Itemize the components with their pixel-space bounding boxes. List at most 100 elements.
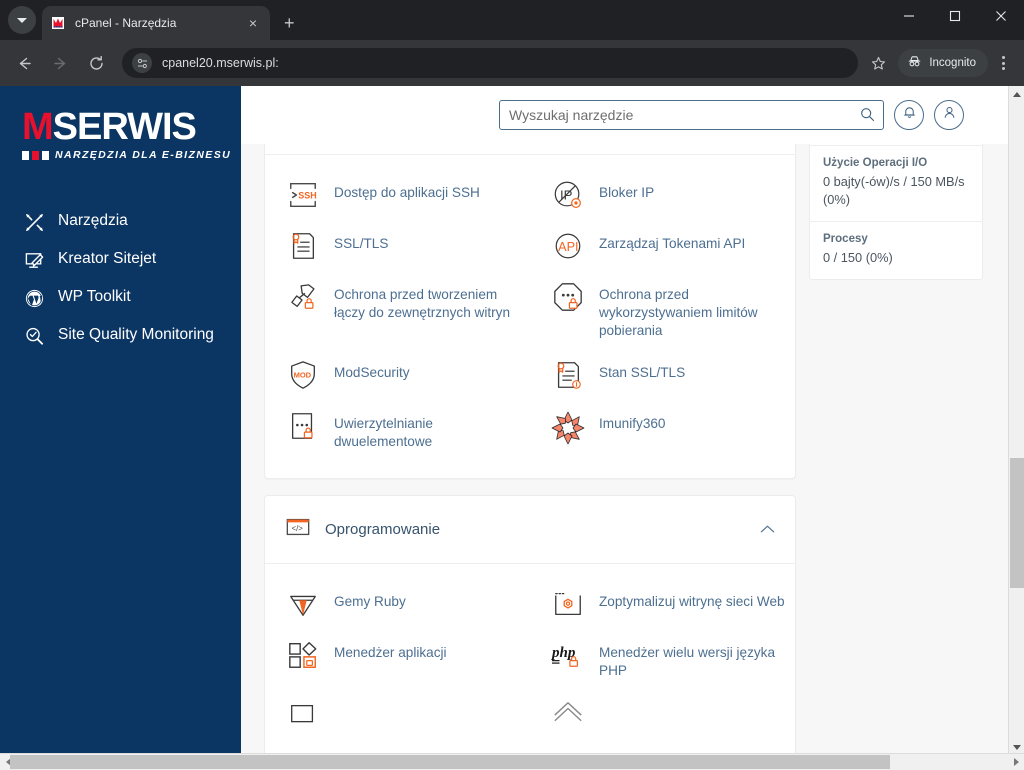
- tool-php-manager[interactable]: php Menedżer wielu wersji języka PHP: [530, 629, 795, 689]
- tool-grid: Gemy Ruby Zoptymalizuj witrynę sieci Web…: [265, 578, 795, 740]
- ssl-certificate-icon: [285, 229, 321, 262]
- search-icon[interactable]: [860, 107, 875, 127]
- bookmark-star-icon[interactable]: [864, 49, 892, 77]
- stat-value: 0 / 150 (0%): [823, 250, 893, 266]
- incognito-icon: [907, 54, 922, 72]
- tool-label: Bloker IP: [599, 185, 655, 200]
- account-button[interactable]: [934, 100, 964, 130]
- section-zabezpieczenia: Zabezpieczenia: [264, 144, 796, 480]
- tune-icon[interactable]: [132, 53, 152, 73]
- tool-leech-protection[interactable]: Ochrona przed wykorzystywaniem limitów p…: [530, 271, 795, 349]
- logo-square-red: [32, 150, 39, 160]
- tool-imunify360[interactable]: Imunify360: [530, 400, 795, 460]
- sidebar-item-label: WP Toolkit: [58, 288, 131, 305]
- sidebar-item-wp-toolkit[interactable]: WP Toolkit: [0, 279, 241, 317]
- menu-dot: [1001, 67, 1005, 70]
- vertical-scrollbar[interactable]: [1008, 86, 1024, 755]
- app-sidebar: MSERWIS NARZĘDZIA DLA E-BIZNESU Narzędzi…: [0, 86, 241, 755]
- horizontal-scrollbar[interactable]: [0, 753, 1024, 770]
- svg-text:MOD: MOD: [294, 371, 312, 380]
- stats-column: Użycie Operacji I/O 0 bajty(-ów)/s / 150…: [809, 144, 983, 281]
- tool-optimize-website[interactable]: Zoptymalizuj witrynę sieci Web: [530, 578, 795, 629]
- logo-letter-m: M: [22, 106, 54, 148]
- svg-text:</>: </>: [292, 524, 304, 533]
- section-oprogramowanie: </> Oprogramowanie Gemy Ruby Zoptymalizu…: [264, 495, 796, 755]
- sidebar-item-kreator-sitejet[interactable]: Kreator Sitejet: [0, 241, 241, 279]
- search-input[interactable]: [499, 100, 884, 130]
- section-body: Gemy Ruby Zoptymalizuj witrynę sieci Web…: [265, 563, 795, 755]
- logo-tagline: NARZĘDZIA DLA E-BIZNESU: [55, 149, 232, 161]
- forward-icon[interactable]: [44, 47, 76, 79]
- browser-menu-button[interactable]: [990, 49, 1016, 77]
- incognito-profile-button[interactable]: Incognito: [898, 49, 988, 77]
- scroll-up-button[interactable]: [1009, 86, 1024, 102]
- new-tab-button[interactable]: +: [284, 14, 295, 32]
- sidebar-nav: Narzędzia Kreator Sitejet WP Toolkit Sit…: [0, 203, 241, 355]
- stat-row-io-usage[interactable]: Użycie Operacji I/O 0 bajty(-ów)/s / 150…: [810, 145, 982, 221]
- tab-title: cPanel - Narzędzia: [75, 16, 177, 30]
- close-icon[interactable]: ×: [244, 16, 262, 30]
- tool-ssl-status[interactable]: Stan SSL/TLS: [530, 349, 795, 400]
- scroll-right-button[interactable]: [1008, 758, 1024, 766]
- tool-label: Uwierzytelnianie dwuelementowe: [334, 416, 433, 450]
- tool-ruby-gems[interactable]: Gemy Ruby: [265, 578, 530, 629]
- tool-ip-blocker[interactable]: IP Bloker IP: [530, 169, 795, 220]
- partial-icon-right: [550, 699, 586, 732]
- modsecurity-icon: MOD: [285, 358, 321, 391]
- sidebar-item-site-quality-monitoring[interactable]: Site Quality Monitoring: [0, 317, 241, 355]
- maximize-button[interactable]: [932, 0, 978, 32]
- user-icon: [942, 105, 957, 125]
- address-bar[interactable]: cpanel20.mserwis.pl:: [122, 48, 859, 78]
- tool-label: Stan SSL/TLS: [599, 365, 686, 381]
- ruby-gem-icon: [285, 587, 321, 620]
- notifications-button[interactable]: [894, 100, 924, 130]
- tool-two-factor-auth[interactable]: Uwierzytelnianie dwuelementowe: [265, 400, 530, 460]
- vertical-scrollbar-thumb[interactable]: [1010, 458, 1024, 588]
- page-header: [241, 86, 1008, 144]
- window-controls: [886, 0, 1024, 40]
- browser-toolbar: cpanel20.mserwis.pl: Incognito: [0, 40, 1024, 86]
- tool-application-manager[interactable]: Menedżer aplikacji: [265, 629, 530, 689]
- code-window-icon: </>: [285, 514, 311, 545]
- tab-strip: cPanel - Narzędzia × +: [0, 0, 1024, 40]
- reload-icon[interactable]: [80, 47, 112, 79]
- imunify360-icon: [550, 409, 586, 446]
- chevron-down-icon: [17, 17, 27, 23]
- tool-label: SSL/TLS: [334, 236, 389, 251]
- section-header[interactable]: Zabezpieczenia: [265, 144, 795, 154]
- logo-square: [42, 150, 49, 160]
- main-content: Zabezpieczenia: [241, 144, 1008, 755]
- sidebar-item-narzedzia[interactable]: Narzędzia: [0, 203, 241, 241]
- window-close-button[interactable]: [978, 0, 1024, 32]
- stat-row-processes[interactable]: Procesy 0 / 150 (0%): [810, 221, 982, 279]
- logo-tagline-row: NARZĘDZIA DLA E-BIZNESU: [22, 149, 241, 161]
- mserwis-logo[interactable]: MSERWIS NARZĘDZIA DLA E-BIZNESU: [22, 108, 241, 161]
- chevron-up-icon[interactable]: [760, 522, 775, 537]
- leech-protection-icon: [550, 280, 586, 313]
- tool-ssh-access[interactable]: SSH Dostęp do aplikacji SSH: [265, 169, 530, 220]
- triangle-up-icon: [1013, 91, 1021, 97]
- triangle-down-icon: [1013, 744, 1021, 750]
- tool-partial-row-left[interactable]: [265, 690, 530, 741]
- tab-search-button[interactable]: [8, 6, 36, 34]
- minimize-button[interactable]: [886, 0, 932, 32]
- section-header[interactable]: </> Oprogramowanie: [265, 496, 795, 563]
- tool-api-tokens[interactable]: API Zarządzaj Tokenami API: [530, 220, 795, 271]
- menu-dot: [1001, 61, 1005, 65]
- search-wrapper: [499, 100, 884, 130]
- browser-tab[interactable]: cPanel - Narzędzia ×: [42, 6, 270, 40]
- tool-hotlink-protection[interactable]: Ochrona przed tworzeniem łączy do zewnęt…: [265, 271, 530, 349]
- section-body: SSH Dostęp do aplikacji SSH IP: [265, 154, 795, 478]
- back-icon[interactable]: [8, 47, 40, 79]
- stat-title: Procesy: [823, 233, 868, 246]
- tool-modsecurity[interactable]: MOD ModSecurity: [265, 349, 530, 400]
- tool-label: Ochrona przed wykorzystywaniem limitów p…: [599, 287, 758, 339]
- svg-text:API: API: [558, 240, 578, 254]
- sidebar-item-label: Kreator Sitejet: [58, 250, 157, 267]
- tool-label: Gemy Ruby: [334, 594, 406, 610]
- stat-title: Użycie Operacji I/O: [823, 157, 928, 169]
- tool-ssl-tls[interactable]: SSL/TLS: [265, 220, 530, 271]
- tool-partial-row-right[interactable]: [530, 690, 795, 741]
- stat-value: 0 bajty(-ów)/s / 150 MB/s (0%): [823, 174, 965, 208]
- horizontal-scrollbar-thumb[interactable]: [10, 755, 890, 769]
